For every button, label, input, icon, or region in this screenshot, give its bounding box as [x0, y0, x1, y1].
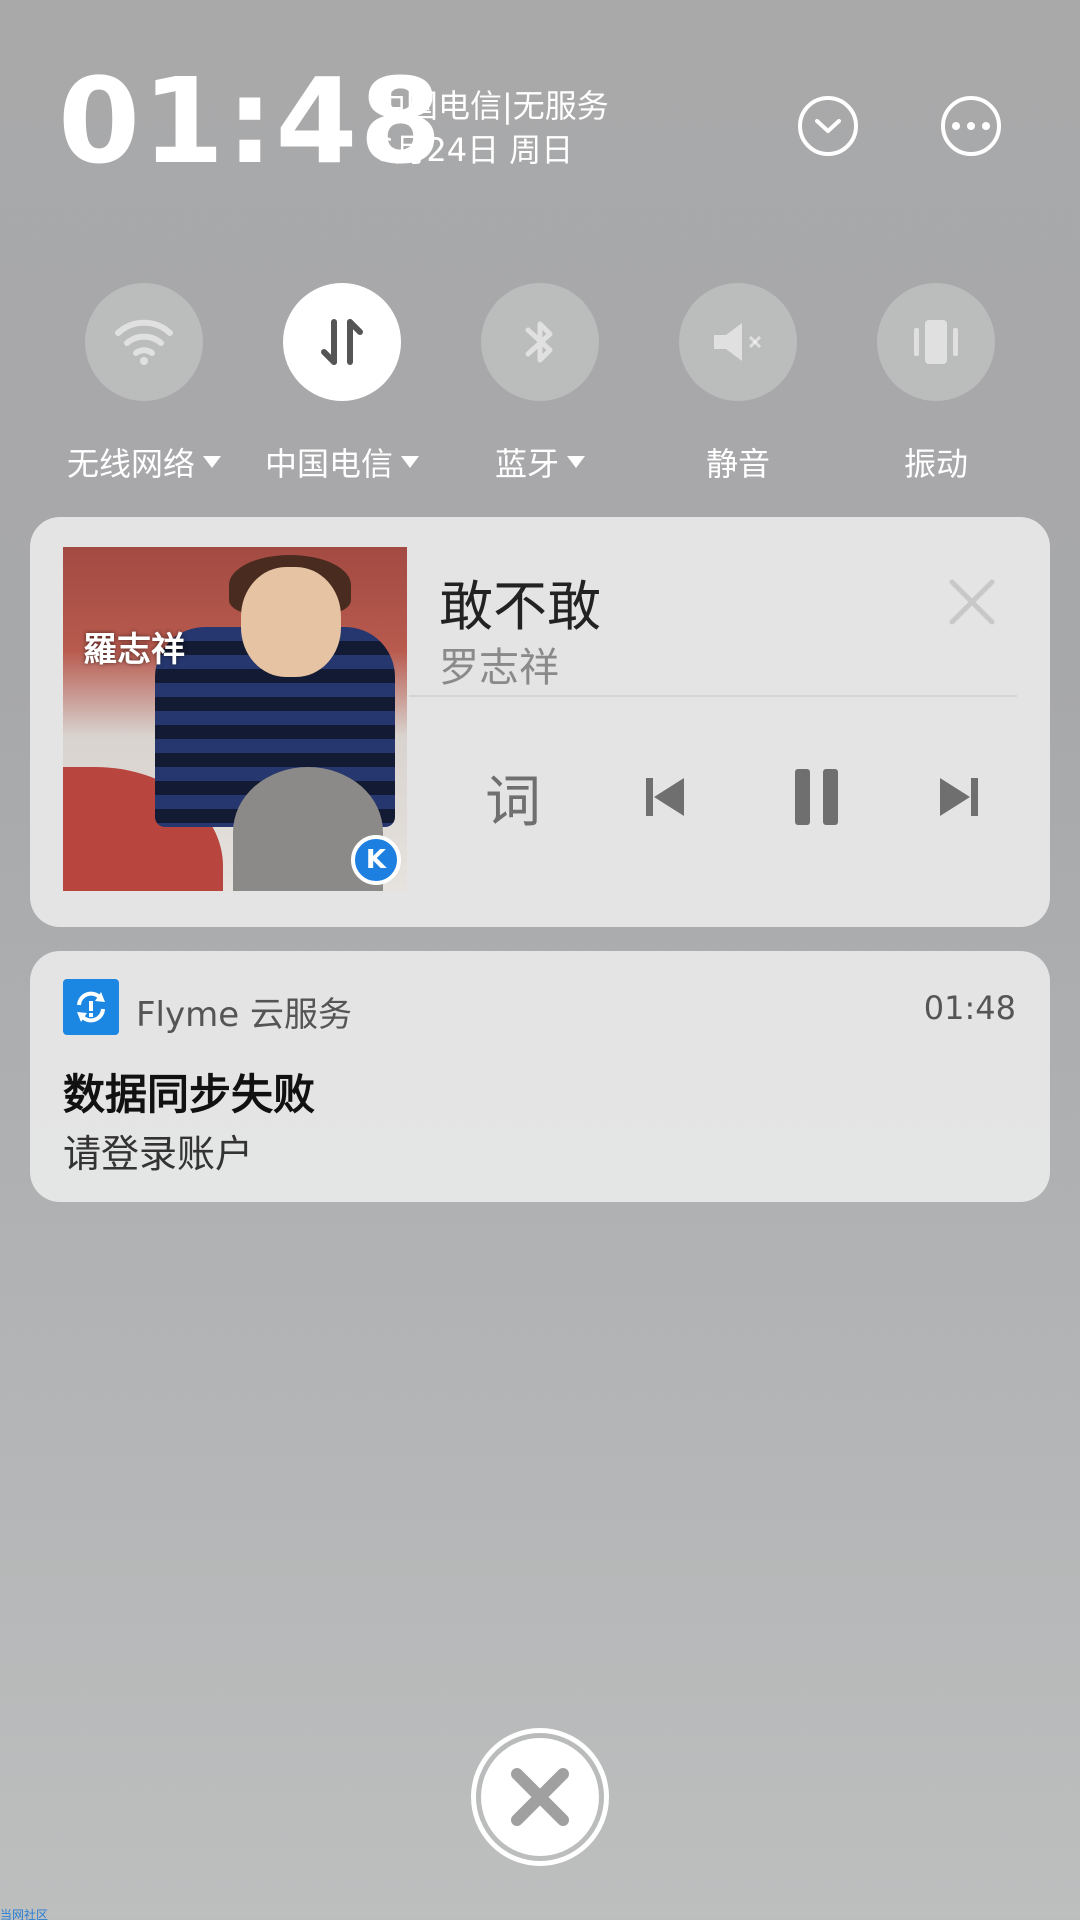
chevron-down-icon: [815, 119, 841, 133]
vibrate-icon: [914, 320, 958, 364]
toggle-vibrate-circle[interactable]: [877, 283, 995, 401]
toggle-mute[interactable]: 静音: [638, 283, 838, 485]
more-button[interactable]: [941, 96, 1001, 156]
carrier-date-block: 中国电信|无服务 6月24日 周日: [374, 84, 609, 172]
song-title: 敢不敢: [439, 575, 601, 638]
flyme-cloud-app-icon: [63, 979, 119, 1035]
pause-button[interactable]: [772, 757, 862, 837]
pause-icon: [795, 769, 838, 825]
next-icon: [940, 778, 978, 816]
toggle-wifi-label-row[interactable]: 无线网络: [67, 439, 221, 485]
wifi-icon: [115, 319, 173, 365]
album-art[interactable]: 羅志祥 K: [63, 547, 407, 891]
clear-all-inner: [481, 1738, 599, 1856]
next-track-button[interactable]: [914, 757, 1004, 837]
notification-title: 数据同步失败: [63, 1070, 316, 1119]
toggle-wifi-circle[interactable]: [85, 283, 203, 401]
toggle-mute-circle[interactable]: [679, 283, 797, 401]
bluetooth-icon: [525, 321, 553, 363]
music-close-button[interactable]: [942, 572, 1002, 632]
toggle-bluetooth[interactable]: 蓝牙: [440, 283, 640, 485]
toggle-bluetooth-label-row[interactable]: 蓝牙: [495, 439, 585, 485]
notification-time: 01:48: [923, 989, 1016, 1027]
song-artist: 罗志祥: [439, 645, 559, 691]
dropdown-triangle-icon: [567, 456, 585, 468]
music-player-card[interactable]: 羅志祥 K 敢不敢 罗志祥 词: [30, 517, 1050, 927]
previous-track-button[interactable]: [620, 757, 710, 837]
music-divider: [409, 695, 1017, 697]
album-art-text: 羅志祥: [83, 630, 185, 670]
toggle-bluetooth-circle[interactable]: [481, 283, 599, 401]
watermark: 当网社区: [0, 1908, 49, 1920]
toggle-mute-label: 静音: [705, 445, 770, 483]
dropdown-triangle-icon: [203, 456, 221, 468]
close-icon: [949, 579, 995, 625]
notification-card[interactable]: Flyme 云服务 01:48 数据同步失败 请登录账户: [30, 951, 1050, 1202]
previous-icon: [646, 778, 684, 816]
more-dots-icon: [952, 122, 990, 130]
collapse-button[interactable]: [798, 96, 858, 156]
toggle-mobile-data-label-row[interactable]: 中国电信: [265, 439, 419, 485]
mute-icon: [714, 323, 762, 361]
notification-app-name: Flyme 云服务: [136, 995, 352, 1035]
clear-all-button[interactable]: [471, 1728, 609, 1866]
lyrics-button[interactable]: 词: [468, 757, 558, 837]
toggle-mute-label-row[interactable]: 静音: [706, 439, 770, 485]
toggle-mobile-data-label: 中国电信: [264, 445, 393, 483]
toggle-vibrate-label-row[interactable]: 振动: [904, 439, 968, 485]
album-art-face: [241, 567, 341, 677]
toggle-vibrate-label: 振动: [903, 445, 968, 483]
carrier-status: 中国电信|无服务: [374, 87, 609, 125]
kugou-badge-icon: K: [351, 835, 401, 885]
toggle-bluetooth-label: 蓝牙: [494, 445, 559, 483]
date-label: 6月24日 周日: [374, 131, 574, 169]
toggle-mobile-data-circle[interactable]: [283, 283, 401, 401]
toggle-vibrate[interactable]: 振动: [836, 283, 1036, 485]
close-icon: [511, 1768, 569, 1826]
mobile-data-icon: [321, 319, 363, 365]
sync-icon: [77, 991, 105, 1023]
notification-subtitle: 请登录账户: [63, 1132, 254, 1176]
toggle-mobile-data[interactable]: 中国电信: [242, 283, 442, 485]
toggle-wifi[interactable]: 无线网络: [44, 283, 244, 485]
dropdown-triangle-icon: [401, 456, 419, 468]
toggle-wifi-label: 无线网络: [66, 445, 195, 483]
